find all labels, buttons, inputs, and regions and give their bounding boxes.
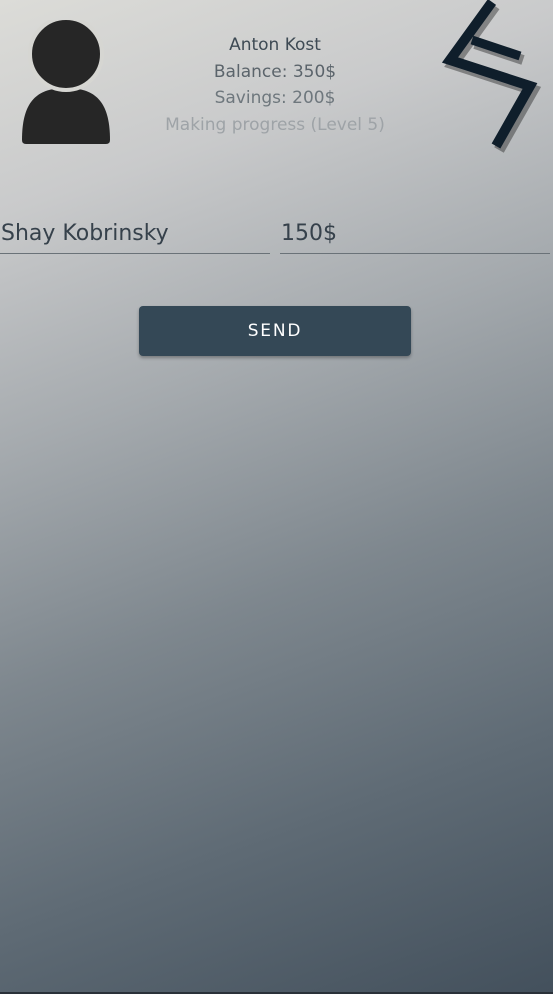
send-button[interactable]: SEND [139,306,411,356]
level-text: Making progress (Level 5) [165,114,385,135]
amount-field[interactable] [280,215,551,254]
amount-input[interactable] [280,215,551,251]
brand-logo-icon [440,0,545,162]
user-name: Anton Kost [229,35,321,55]
avatar-icon [20,16,112,146]
savings-text: Savings: 200$ [214,88,336,108]
recipient-field[interactable] [0,215,271,254]
recipient-input[interactable] [0,215,271,251]
balance-text: Balance: 350$ [213,61,337,82]
profile-info: Anton Kost Balance: 350$ Savings: 200$ M… [138,32,412,138]
